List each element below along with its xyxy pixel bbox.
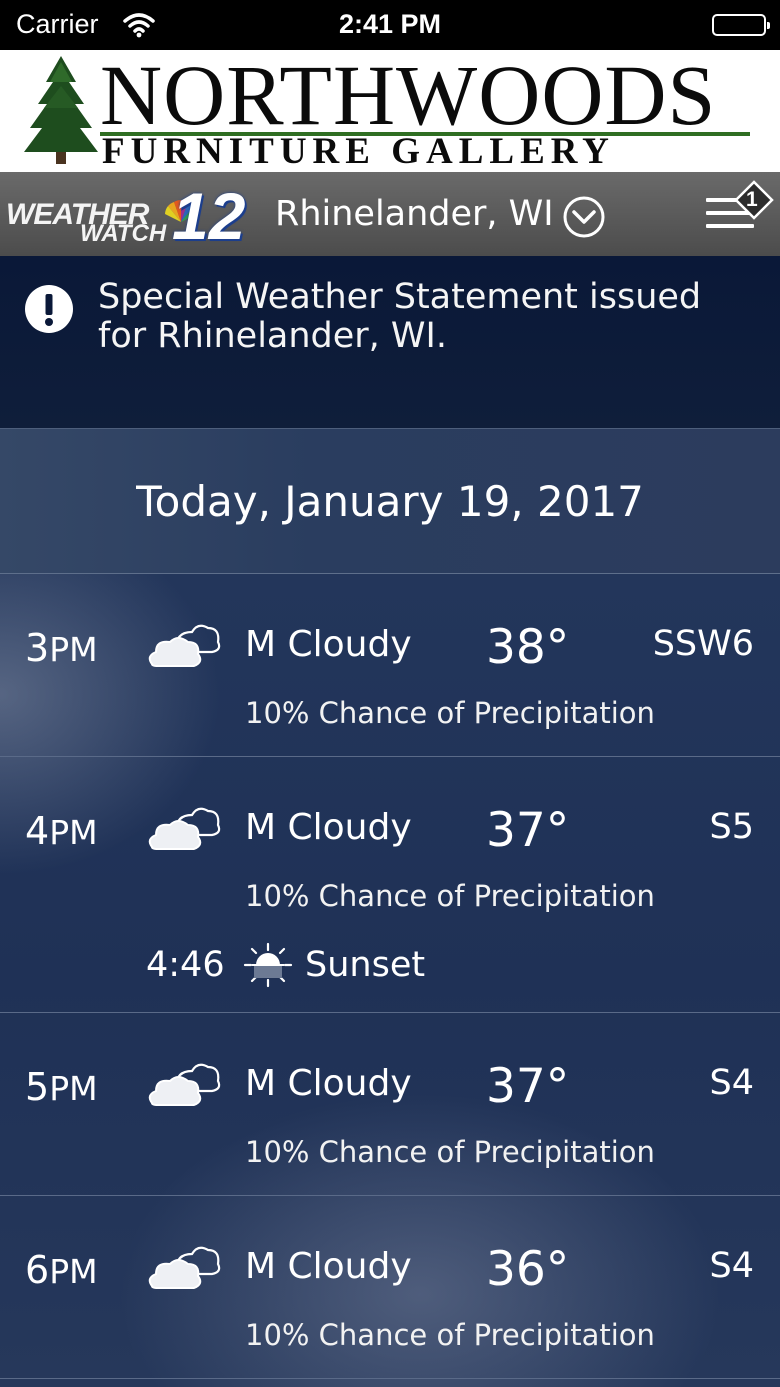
sunset-icon (243, 942, 293, 992)
location-label[interactable]: Rhinelander, WI (275, 194, 554, 234)
condition-label: M Cloudy (245, 807, 412, 848)
weather-watch-logo[interactable]: WEATHER WATCH 12 (6, 179, 246, 253)
precipitation-chance: 10% Chance of Precipitation (245, 1318, 655, 1352)
cloud-icon (146, 1059, 222, 1115)
hour-label: 3PM (25, 626, 98, 670)
sunset-time: 4:46 (146, 945, 225, 985)
battery-icon (712, 14, 770, 36)
day-title: Today, January 19, 2017 (136, 477, 644, 526)
hourly-row[interactable]: 3PM M Cloudy 38° SSW6 10% Chance of Prec… (0, 574, 780, 757)
hourly-row[interactable]: 4PM M Cloudy 37° S5 10% Chance of Precip… (0, 757, 780, 1013)
wind-label: S4 (709, 1063, 755, 1103)
hour-label: 5PM (25, 1065, 98, 1109)
temperature: 37° (486, 803, 570, 858)
wind-label: SSW6 (652, 624, 754, 664)
status-bar: Carrier 2:41 PM (0, 0, 780, 50)
condition-label: M Cloudy (245, 1246, 412, 1287)
ad-banner[interactable]: NORTHWOODS FURNITURE GALLERY (0, 50, 780, 172)
wind-label: S5 (709, 807, 755, 847)
notification-count: 1 (746, 188, 758, 211)
precipitation-chance: 10% Chance of Precipitation (245, 1135, 655, 1169)
condition-label: M Cloudy (245, 624, 412, 665)
precipitation-chance: 10% Chance of Precipitation (245, 696, 655, 730)
ad-brand-title: NORTHWOODS (100, 47, 717, 143)
logo-word-watch: WATCH (80, 220, 167, 247)
cloud-icon (146, 803, 222, 859)
hour-label: 6PM (25, 1248, 98, 1292)
temperature: 36° (486, 1242, 570, 1297)
hour-label: 4PM (25, 809, 98, 853)
condition-label: M Cloudy (245, 1063, 412, 1104)
hourly-forecast-list: 3PM M Cloudy 38° SSW6 10% Chance of Prec… (0, 574, 780, 1387)
wind-label: S4 (709, 1246, 755, 1286)
alert-message: Special Weather Statement issued for Rhi… (98, 277, 702, 356)
exclamation-circle-icon (24, 284, 74, 334)
cloud-icon (146, 620, 222, 676)
logo-number: 12 (172, 179, 246, 253)
pine-tree-icon (22, 56, 100, 168)
clock: 2:41 PM (338, 9, 442, 39)
temperature: 38° (486, 620, 570, 675)
temperature: 37° (486, 1059, 570, 1114)
day-header: Today, January 19, 2017 (0, 429, 780, 574)
weather-alert-banner[interactable]: Special Weather Statement issued for Rhi… (0, 256, 780, 429)
header-bar: WEATHER WATCH 12 Rhinelander, WI (0, 172, 780, 257)
ad-brand-subtitle: FURNITURE GALLERY (102, 131, 615, 172)
hourly-row[interactable]: 6PM M Cloudy 36° S4 10% Chance of Precip… (0, 1196, 780, 1379)
sunset-label: Sunset (305, 945, 426, 985)
chevron-down-circle-icon[interactable] (562, 195, 606, 243)
precipitation-chance: 10% Chance of Precipitation (245, 879, 655, 913)
cloud-icon (146, 1242, 222, 1298)
menu-button[interactable]: 1 (704, 180, 774, 240)
hourly-row[interactable]: 5PM M Cloudy 37° S4 10% Chance of Precip… (0, 1013, 780, 1196)
